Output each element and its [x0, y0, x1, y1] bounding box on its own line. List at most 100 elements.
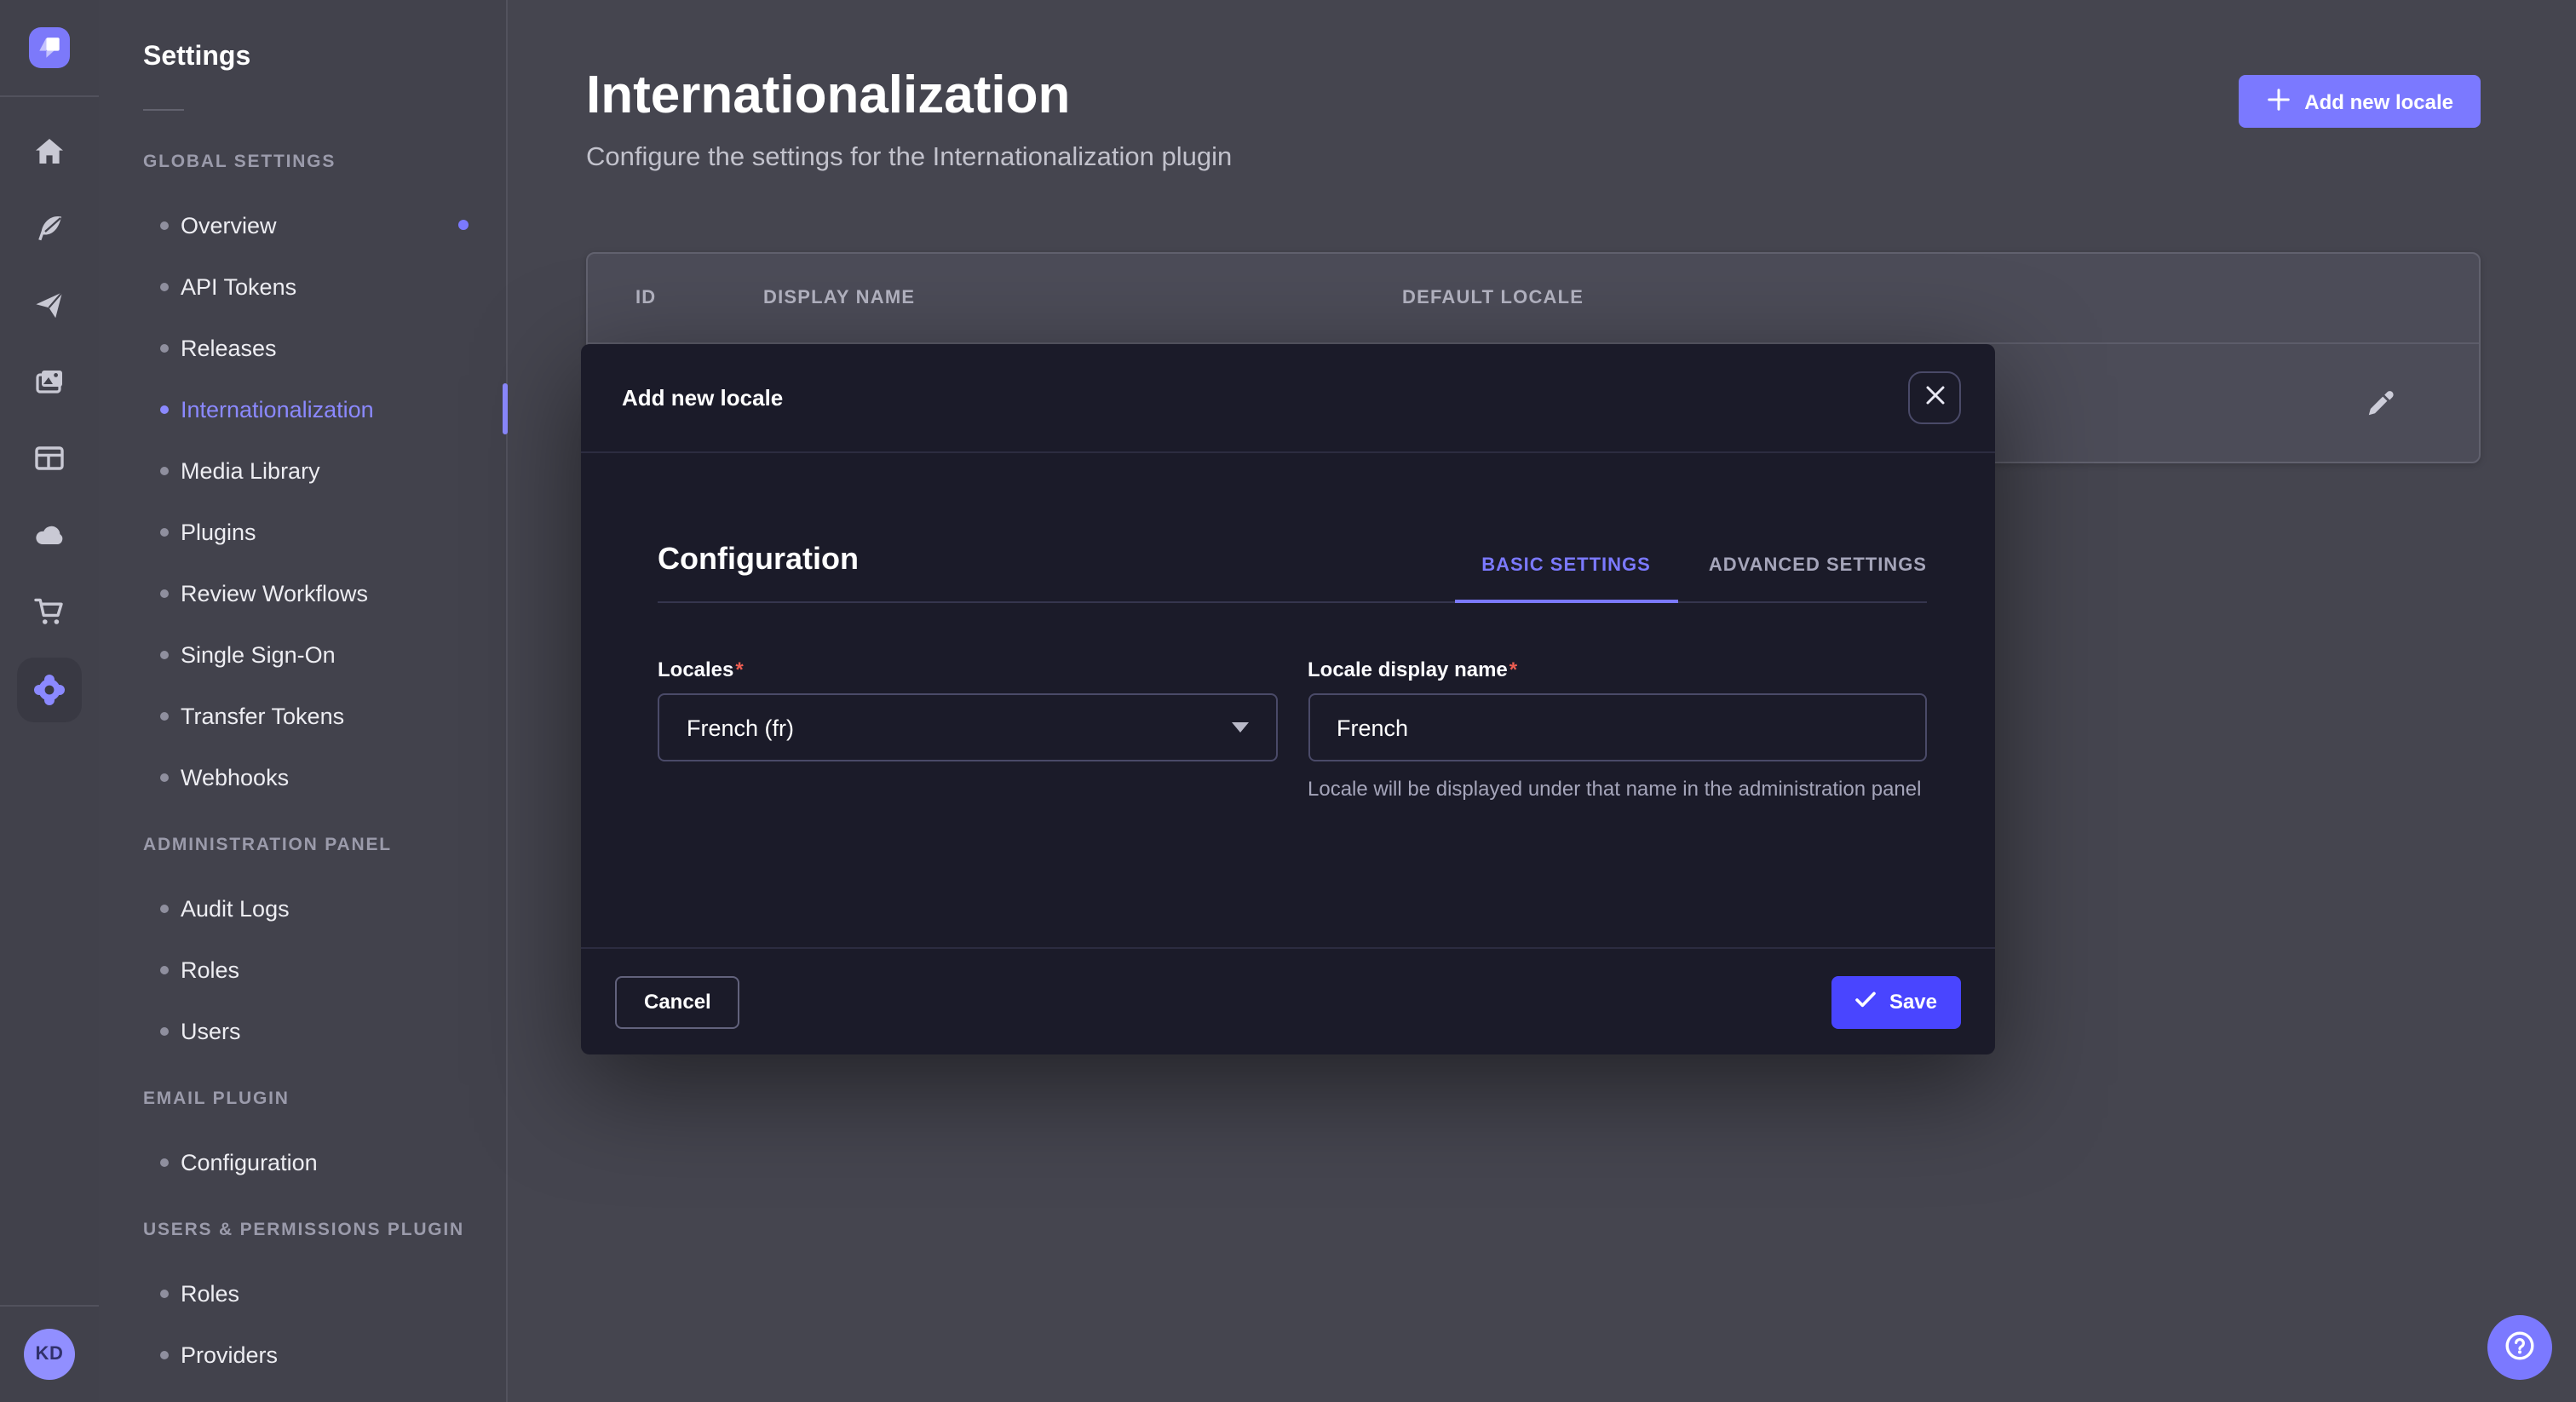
display-name-field: Locale display name Locale will be displ…	[1308, 659, 1927, 804]
sidebar-item-admin-users[interactable]: Users	[99, 1000, 506, 1061]
section-label-global-settings: GLOBAL SETTINGS	[143, 152, 506, 174]
bullet-icon	[160, 1158, 169, 1166]
home-nav[interactable]	[0, 112, 99, 189]
sidebar-item-transfer-tokens[interactable]: Transfer Tokens	[99, 685, 506, 746]
locales-field: Locales French (fr)	[658, 659, 1277, 804]
close-modal-button[interactable]	[1908, 371, 1961, 424]
settings-active-background	[17, 658, 82, 722]
home-icon	[32, 134, 66, 168]
sidebar-item-admin-roles[interactable]: Roles	[99, 939, 506, 1000]
media-library-nav[interactable]	[0, 342, 99, 419]
bullet-icon	[160, 1026, 169, 1035]
section-label-users-permissions-plugin: USERS & PERMISSIONS PLUGIN	[143, 1220, 506, 1242]
add-locale-modal: Add new locale Configuration BASIC SETTI…	[581, 344, 1995, 1054]
add-new-locale-button[interactable]: Add new locale	[2238, 75, 2481, 128]
tab-basic-settings[interactable]: BASIC SETTINGS	[1481, 555, 1651, 601]
sidebar-item-up-roles[interactable]: Roles	[99, 1262, 506, 1324]
releases-nav[interactable]	[0, 266, 99, 342]
bullet-icon	[160, 405, 169, 413]
sidebar-item-email-configuration[interactable]: Configuration	[99, 1131, 506, 1192]
display-name-hint: Locale will be displayed under that name…	[1308, 775, 1927, 804]
sidebar-item-overview[interactable]: Overview	[99, 194, 506, 256]
sidebar-item-plugins[interactable]: Plugins	[99, 501, 506, 562]
bullet-icon	[160, 589, 169, 597]
page-header: Internationalization Configure the setti…	[586, 65, 1232, 174]
paper-plane-icon	[32, 287, 66, 321]
app-window: KD Settings GLOBAL SETTINGS Overview API…	[0, 0, 2576, 1402]
bullet-icon	[160, 221, 169, 229]
page-title: Internationalization	[586, 65, 1232, 126]
locale-form: Locales French (fr) Locale display name …	[658, 659, 1927, 804]
column-header-display-name: DISPLAY NAME	[763, 254, 915, 342]
cancel-button[interactable]: Cancel	[615, 975, 740, 1028]
sidebar-item-webhooks[interactable]: Webhooks	[99, 746, 506, 807]
modal-body: Configuration BASIC SETTINGS ADVANCED SE…	[581, 453, 1995, 804]
content-manager-nav[interactable]	[0, 419, 99, 496]
sidebar-item-single-sign-on[interactable]: Single Sign-On	[99, 623, 506, 685]
bullet-icon	[160, 773, 169, 781]
sidebar-title: Settings	[143, 41, 506, 75]
plus-icon	[2265, 86, 2291, 117]
bullet-icon	[160, 711, 169, 720]
images-icon	[32, 364, 66, 398]
cloud-icon	[32, 517, 66, 551]
page-subtitle: Configure the settings for the Internati…	[586, 143, 1232, 174]
deploy-nav[interactable]	[0, 496, 99, 572]
sidebar-item-api-tokens[interactable]: API Tokens	[99, 256, 506, 317]
column-header-default-locale: DEFAULT LOCALE	[1402, 254, 1584, 342]
settings-nav[interactable]	[0, 649, 99, 731]
sidebar-item-audit-logs[interactable]: Audit Logs	[99, 877, 506, 939]
section-label-administration-panel: ADMINISTRATION PANEL	[143, 835, 506, 857]
check-icon	[1855, 990, 1876, 1014]
marketplace-nav[interactable]	[0, 572, 99, 649]
feather-icon	[32, 210, 66, 244]
sidebar-item-internationalization[interactable]: Internationalization	[99, 378, 506, 440]
question-mark-icon	[2503, 1328, 2537, 1367]
locales-select-value: French (fr)	[687, 715, 794, 740]
cart-icon	[32, 594, 66, 628]
pencil-icon	[2365, 399, 2395, 424]
settings-sidebar: Settings GLOBAL SETTINGS Overview API To…	[99, 0, 508, 1402]
bullet-icon	[160, 1289, 169, 1297]
user-avatar[interactable]: KD	[24, 1329, 75, 1380]
configuration-title: Configuration	[658, 542, 859, 601]
modal-title: Add new locale	[622, 385, 783, 411]
bullet-icon	[160, 466, 169, 474]
display-name-label: Locale display name	[1308, 659, 1927, 681]
workspace-switcher[interactable]	[0, 0, 99, 97]
chevron-down-icon	[1231, 722, 1248, 733]
sidebar-item-media-library[interactable]: Media Library	[99, 440, 506, 501]
save-button[interactable]: Save	[1831, 975, 1961, 1028]
locales-select[interactable]: French (fr)	[658, 693, 1277, 761]
edit-locale-button[interactable]	[2365, 388, 2395, 419]
modal-header: Add new locale	[581, 344, 1995, 453]
bullet-icon	[160, 650, 169, 658]
title-divider	[143, 109, 184, 111]
help-button[interactable]	[2487, 1315, 2552, 1380]
close-icon	[1924, 385, 1945, 411]
section-label-email-plugin: EMAIL PLUGIN	[143, 1089, 506, 1111]
bullet-icon	[160, 282, 169, 290]
sidebar-item-up-providers[interactable]: Providers	[99, 1324, 506, 1385]
configuration-section-head: Configuration BASIC SETTINGS ADVANCED SE…	[658, 453, 1927, 603]
bullet-icon	[160, 1350, 169, 1359]
rail-nav	[0, 95, 99, 731]
notification-dot	[458, 220, 469, 230]
bullet-icon	[160, 343, 169, 352]
layout-icon	[32, 440, 66, 474]
gear-icon	[31, 671, 68, 709]
settings-tabs: BASIC SETTINGS ADVANCED SETTINGS	[1481, 555, 1927, 601]
bullet-icon	[160, 965, 169, 974]
table-header-row: ID DISPLAY NAME DEFAULT LOCALE	[588, 254, 2479, 344]
locales-label: Locales	[658, 659, 1277, 681]
rail-footer: KD	[0, 1305, 99, 1402]
display-name-input[interactable]	[1308, 693, 1927, 761]
strapi-logo-icon	[29, 27, 70, 68]
sidebar-item-review-workflows[interactable]: Review Workflows	[99, 562, 506, 623]
bullet-icon	[160, 527, 169, 536]
icon-rail: KD	[0, 0, 101, 1402]
sidebar-item-releases[interactable]: Releases	[99, 317, 506, 378]
tab-advanced-settings[interactable]: ADVANCED SETTINGS	[1709, 555, 1927, 601]
content-builder-nav[interactable]	[0, 189, 99, 266]
bullet-icon	[160, 904, 169, 912]
